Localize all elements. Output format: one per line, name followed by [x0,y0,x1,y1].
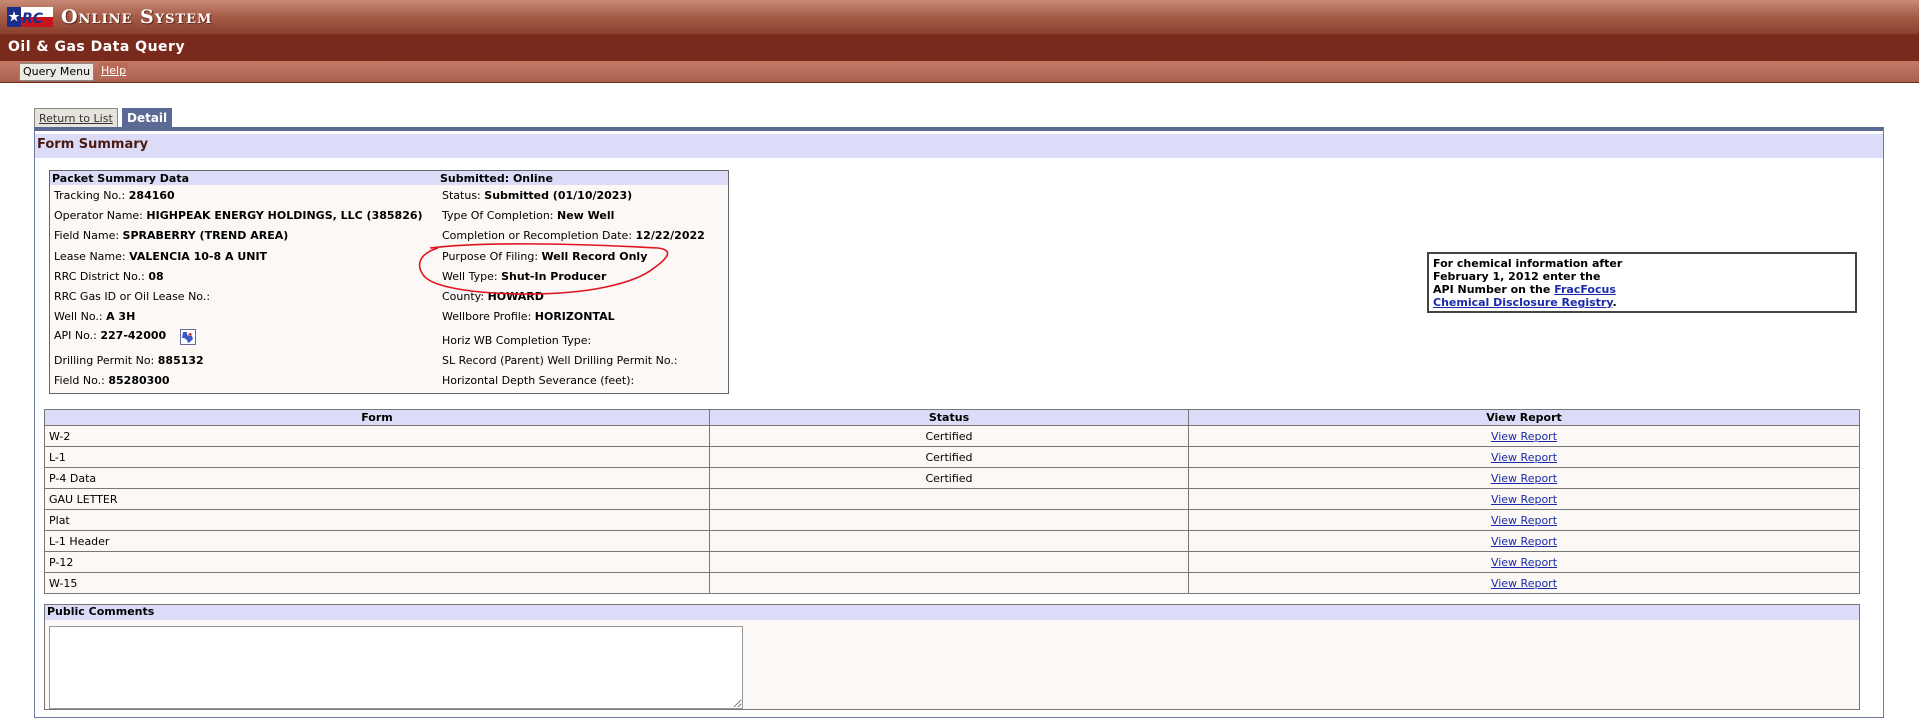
form-name-cell: P-4 Data [44,467,710,489]
status-cell [709,530,1189,552]
status-cell [709,572,1189,594]
summary-field: Completion or Recompletion Date: 12/22/2… [442,229,705,242]
summary-header: Packet Summary Data Submitted: Online [50,171,728,185]
view-report-link[interactable]: View Report [1491,514,1557,527]
table-row: Plat View Report [44,509,1860,531]
texas-map-icon[interactable] [179,329,196,345]
column-header-view-report: View Report [1188,409,1860,426]
view-report-link[interactable]: View Report [1491,577,1557,590]
svg-text:RC: RC [22,11,44,27]
table-row: W-15 View Report [44,572,1860,594]
view-report-link[interactable]: View Report [1491,472,1557,485]
form-name-cell: W-15 [44,572,710,594]
view-report-cell: View Report [1188,488,1860,510]
view-report-cell: View Report [1188,530,1860,552]
view-report-cell: View Report [1188,446,1860,468]
form-name-cell: P-12 [44,551,710,573]
view-report-link[interactable]: View Report [1491,535,1557,548]
column-header-form: Form [44,409,710,426]
top-banner: RC Online System [0,0,1919,34]
summary-field: Field Name: SPRABERRY (TREND AREA) [54,229,289,242]
help-link[interactable]: Help [99,63,129,79]
menu-bar: Query Menu Help [0,61,1919,83]
summary-field: Lease Name: VALENCIA 10-8 A UNIT [54,250,268,263]
form-name-cell: W-2 [44,425,710,447]
table-row: L-1 Header View Report [44,530,1860,552]
summary-field: Horiz WB Completion Type: [442,334,592,347]
public-comments-heading: Public Comments [45,605,1859,620]
summary-field: Horizontal Depth Severance (feet): [442,374,635,387]
view-report-link[interactable]: View Report [1491,451,1557,464]
sub-banner: Oil & Gas Data Query [0,34,1919,61]
summary-field: Wellbore Profile: HORIZONTAL [442,310,615,323]
chemical-info-box: For chemical information after February … [1427,252,1857,313]
fracfocus-link[interactable]: FracFocus [1554,283,1616,296]
chem-line: Chemical Disclosure Registry. [1433,296,1617,309]
table-row: GAU LETTER View Report [44,488,1860,510]
table-row: P-4 Data Certified View Report [44,467,1860,489]
status-cell: Certified [709,467,1189,489]
table-row: P-12 View Report [44,551,1860,573]
form-name-cell: L-1 Header [44,530,710,552]
view-report-cell: View Report [1188,467,1860,489]
summary-field: County: HOWARD [442,290,544,303]
tab-detail[interactable]: Detail [122,108,173,128]
tab-return-to-list[interactable]: Return to List [34,108,118,128]
query-menu-button[interactable]: Query Menu [19,63,95,81]
view-report-cell: View Report [1188,551,1860,573]
forms-table: Form Status View Report W-2 Certified Vi… [44,409,1860,594]
view-report-link[interactable]: View Report [1491,493,1557,506]
chemical-registry-link[interactable]: Chemical Disclosure Registry [1433,296,1613,309]
page-title: Oil & Gas Data Query [8,39,186,55]
status-cell [709,551,1189,573]
summary-field: API No.: 227-42000 [54,329,196,345]
form-name-cell: Plat [44,509,710,531]
summary-field: Purpose Of Filing: Well Record Only [442,250,648,263]
app-title: Online System [61,6,213,28]
table-header-row: Form Status View Report [44,409,1860,426]
submitted-label: Submitted: Online [440,172,553,185]
status-cell: Certified [709,446,1189,468]
summary-field: Well Type: Shut-In Producer [442,270,607,283]
view-report-cell: View Report [1188,572,1860,594]
view-report-link[interactable]: View Report [1491,556,1557,569]
view-report-cell: View Report [1188,425,1860,447]
panel-header: Form Summary [35,134,1883,158]
summary-field: Field No.: 85280300 [54,374,170,387]
table-row: L-1 Certified View Report [44,446,1860,468]
chem-line: API Number on the FracFocus [1433,283,1616,296]
form-name-cell: GAU LETTER [44,488,710,510]
chem-line: For chemical information after [1433,257,1623,270]
summary-field: Status: Submitted (01/10/2023) [442,189,633,202]
summary-field: RRC Gas ID or Oil Lease No.: [54,290,211,303]
chem-line: February 1, 2012 enter the [1433,270,1601,283]
rrc-logo: RC [7,7,53,27]
summary-field: Drilling Permit No: 885132 [54,354,204,367]
public-comments-section: Public Comments [44,604,1860,710]
summary-field: Operator Name: HIGHPEAK ENERGY HOLDINGS,… [54,209,423,222]
summary-field: RRC District No.: 08 [54,270,164,283]
summary-field: Tracking No.: 284160 [54,189,175,202]
status-cell [709,509,1189,531]
form-name-cell: L-1 [44,446,710,468]
summary-field: Type Of Completion: New Well [442,209,615,222]
column-header-status: Status [709,409,1189,426]
panel-title: Form Summary [37,137,149,152]
packet-summary: Packet Summary Data Submitted: Online Tr… [49,170,729,394]
table-row: W-2 Certified View Report [44,425,1860,447]
public-comments-textarea[interactable] [49,626,743,709]
summary-field: SL Record (Parent) Well Drilling Permit … [442,354,678,367]
status-cell: Certified [709,425,1189,447]
status-cell [709,488,1189,510]
summary-field: Well No.: A 3H [54,310,136,323]
summary-heading: Packet Summary Data [52,172,190,185]
view-report-cell: View Report [1188,509,1860,531]
view-report-link[interactable]: View Report [1491,430,1557,443]
